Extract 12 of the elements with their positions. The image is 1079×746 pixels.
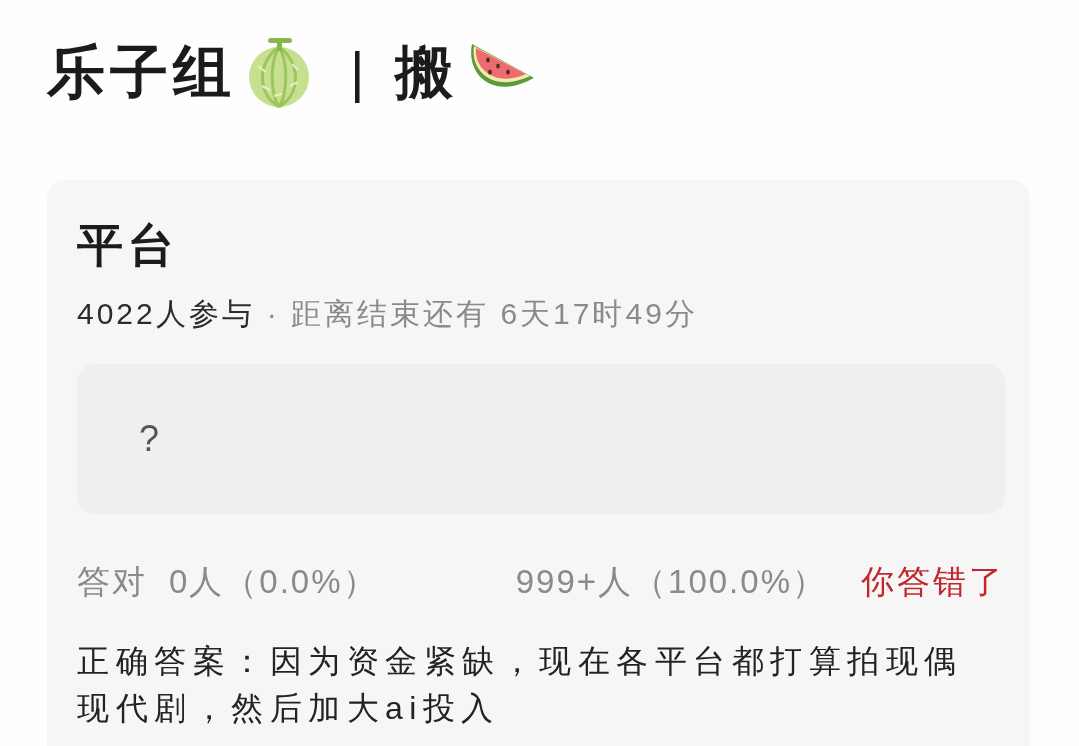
other-count: 999+人（100.0%） xyxy=(515,562,827,602)
melon-icon xyxy=(248,36,310,108)
header-title: 乐子组 xyxy=(47,43,236,101)
countdown-text: · 距离结束还有 6天17时49分 xyxy=(266,296,698,332)
participant-count: 4022人参与 xyxy=(77,296,255,332)
correct-label: 答对 xyxy=(77,562,147,602)
correct-answer-text: 正确答案：因为资金紧缺，现在各平台都打算拍现偶现代剧，然后加大ai投入 xyxy=(77,642,964,728)
quiz-title: 平台 xyxy=(77,218,180,273)
correct-count: 0人（0.0%） xyxy=(169,562,378,602)
result-text: 你答错了 xyxy=(861,562,1005,602)
answer-box: ? xyxy=(77,364,1005,514)
header-subtitle: 搬 xyxy=(394,43,458,101)
